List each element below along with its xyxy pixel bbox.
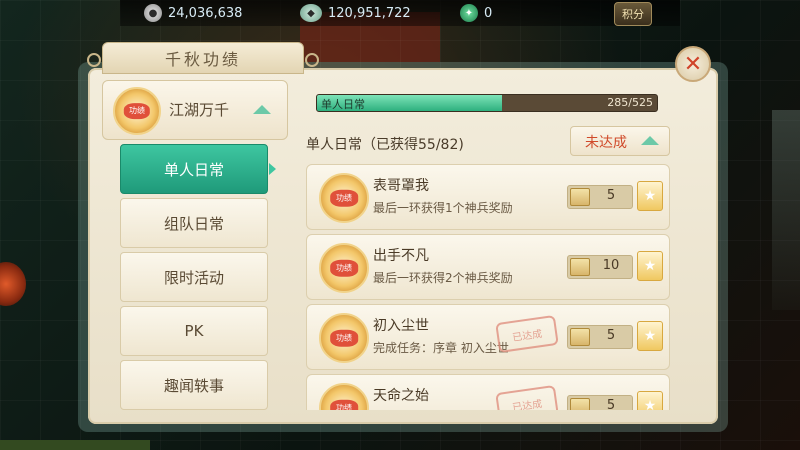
close-button[interactable]: ✕ <box>675 46 711 82</box>
active-indicator-icon <box>269 163 276 175</box>
reward-value: 5 <box>606 188 616 203</box>
medal-label: 功绩 <box>330 259 358 277</box>
star-icon[interactable]: ★ <box>637 181 663 211</box>
progress-label: 单人日常 <box>321 98 365 111</box>
reward-value: 5 <box>606 328 616 343</box>
subtab-label: PK <box>184 322 204 340</box>
medal-icon: 功绩 <box>319 313 369 363</box>
reward-box: 5 <box>567 185 633 209</box>
scroll-icon <box>570 398 590 410</box>
list-item[interactable]: 功绩 出手不凡 最后一环获得2个神兵奖励 10 ★ <box>306 234 670 300</box>
reward-value: 10 <box>602 258 620 273</box>
subtab-pk[interactable]: PK <box>120 306 268 356</box>
medal-label: 功绩 <box>123 103 151 119</box>
side-decoration <box>772 110 800 310</box>
star-icon[interactable]: ★ <box>637 391 663 410</box>
reward-box: 10 <box>567 255 633 279</box>
medal-icon: 功绩 <box>319 243 369 293</box>
reward-box: 5 <box>567 395 633 410</box>
completed-stamp: 已达成 <box>495 314 559 354</box>
filter-status-button[interactable]: 未达成 <box>570 126 670 156</box>
reward-value: 5 <box>606 398 616 410</box>
medal-icon: 功绩 <box>319 173 369 223</box>
medal-label: 功绩 <box>330 189 358 207</box>
item-name: 天命之始 <box>373 388 429 404</box>
subtab-team-daily[interactable]: 组队日常 <box>120 198 268 248</box>
coin-icon: ● <box>144 4 162 22</box>
subtab-limited-event[interactable]: 限时活动 <box>120 252 268 302</box>
category-name: 江湖万千 <box>169 101 230 119</box>
list-item[interactable]: 功绩 初入尘世 完成任务：序章 初入尘世 已达成 5 ★ <box>306 304 670 370</box>
progress-count: 285/525 <box>607 96 653 109</box>
panel-title: 千秋功绩 <box>87 42 319 74</box>
completed-stamp: 已达成 <box>495 384 559 410</box>
silver-ingot-icon: ◆ <box>300 4 322 22</box>
scroll-icon <box>570 188 590 206</box>
item-desc: 最后一环获得2个神兵奖励 <box>373 271 513 285</box>
medal-label: 功绩 <box>330 329 358 347</box>
subtab-label: 趣闻轶事 <box>163 376 224 395</box>
jade-icon: ✦ <box>460 4 478 22</box>
section-title: 单人日常（已获得55/82) <box>306 137 464 153</box>
star-icon[interactable]: ★ <box>637 321 663 351</box>
achievement-list[interactable]: 功绩 表哥罩我 最后一环获得1个神兵奖励 5 ★ 功绩 出手不凡 最后一环获得2… <box>306 164 676 410</box>
item-name: 初入尘世 <box>373 318 429 334</box>
item-desc: 完成任务：序章 初入尘世 <box>373 341 509 355</box>
item-desc: 最后一环获得1个神兵奖励 <box>373 201 513 215</box>
category-card[interactable]: 功绩 江湖万千 <box>102 80 288 140</box>
scroll-icon <box>570 328 590 346</box>
chevron-up-icon <box>641 136 659 145</box>
subtab-solo-daily[interactable]: 单人日常 <box>120 144 276 194</box>
reward-box: 5 <box>567 325 633 349</box>
progress-bar: 单人日常 285/525 <box>316 94 658 112</box>
list-item[interactable]: 功绩 表哥罩我 最后一环获得1个神兵奖励 5 ★ <box>306 164 670 230</box>
item-name: 表哥罩我 <box>373 178 429 194</box>
medal-label: 功绩 <box>330 399 358 410</box>
silver-display: ◆ 120,951,722 <box>300 4 411 22</box>
filter-status-label: 未达成 <box>585 135 627 151</box>
bottom-bar <box>0 440 150 450</box>
points-button[interactable]: 积分 <box>614 2 652 26</box>
close-icon: ✕ <box>683 51 703 77</box>
subtab-anecdotes[interactable]: 趣闻轶事 <box>120 360 268 410</box>
medal-icon: 功绩 <box>113 87 161 135</box>
jade-value: 0 <box>484 5 493 21</box>
coin-display: ● 24,036,638 <box>144 4 242 22</box>
jade-display: ✦ 0 <box>460 4 492 22</box>
list-item[interactable]: 功绩 天命之始 已达成 5 ★ <box>306 374 670 410</box>
medal-icon: 功绩 <box>319 383 369 410</box>
coin-value: 24,036,638 <box>168 5 243 21</box>
item-name: 出手不凡 <box>373 248 429 264</box>
subtab-label: 组队日常 <box>163 214 224 233</box>
subtab-label: 单人日常 <box>163 160 224 179</box>
subtab-label: 限时活动 <box>163 268 224 287</box>
star-icon[interactable]: ★ <box>637 251 663 281</box>
chevron-up-icon <box>253 105 271 114</box>
scroll-icon <box>570 258 590 276</box>
silver-value: 120,951,722 <box>328 5 411 21</box>
